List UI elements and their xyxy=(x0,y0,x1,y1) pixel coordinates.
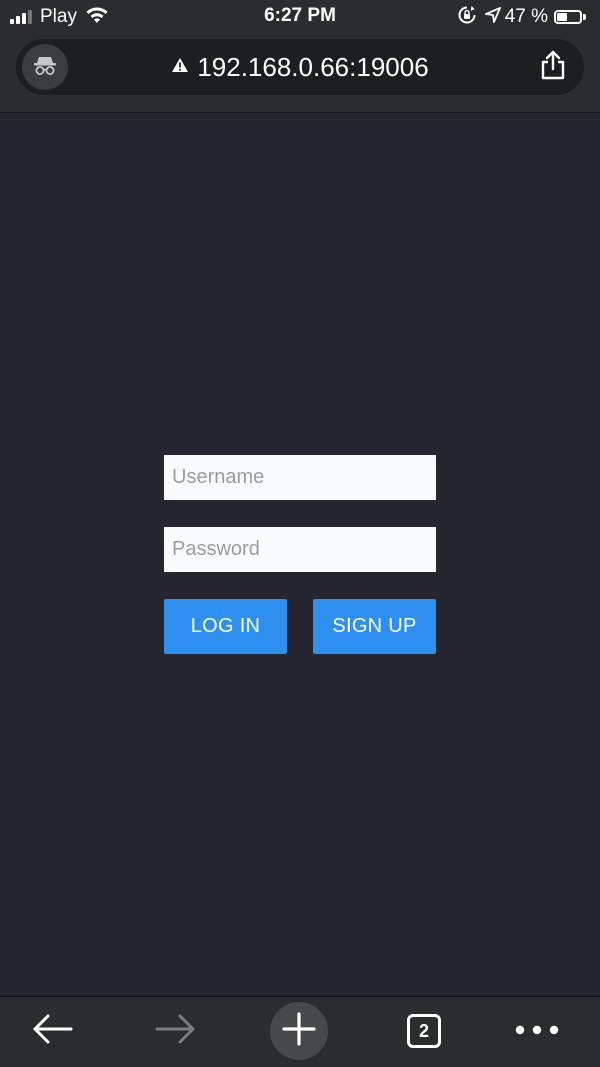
warning-icon xyxy=(171,57,189,78)
username-input[interactable] xyxy=(164,455,436,500)
tab-count: 2 xyxy=(407,1014,441,1048)
url-text: 192.168.0.66:19006 xyxy=(197,51,429,82)
screen: Play 6:27 PM 47 % 192.168.0.66:19006 Use… xyxy=(0,0,600,1067)
back-arrow-icon xyxy=(31,1013,73,1050)
more-dots-icon xyxy=(515,1022,559,1040)
login-button[interactable]: LOG IN xyxy=(164,599,287,654)
forward-button[interactable] xyxy=(148,1003,204,1059)
status-bar: Play 6:27 PM 47 % xyxy=(0,0,600,34)
forward-arrow-icon xyxy=(155,1013,197,1050)
back-button[interactable] xyxy=(24,1003,80,1059)
battery-nub xyxy=(583,14,586,20)
battery-percentage: 47 % xyxy=(504,6,548,27)
browser-top-chrome: Play 6:27 PM 47 % 192.168.0.66:19006 xyxy=(0,0,600,113)
tab-switcher-button[interactable]: 2 xyxy=(396,1003,452,1059)
rotation-lock-icon xyxy=(457,5,477,30)
battery-level-fill xyxy=(557,13,568,21)
menu-button[interactable] xyxy=(509,1003,565,1059)
address-bar[interactable]: 192.168.0.66:19006 xyxy=(16,39,584,95)
share-icon xyxy=(540,50,566,85)
status-right: 47 % xyxy=(457,5,586,29)
incognito-button[interactable] xyxy=(22,44,68,90)
share-button[interactable] xyxy=(536,49,570,85)
new-tab-button[interactable] xyxy=(270,1002,328,1060)
password-input[interactable] xyxy=(164,527,436,572)
signup-button[interactable]: SIGN UP xyxy=(313,599,436,654)
location-arrow-icon xyxy=(484,6,501,28)
url-display[interactable]: 192.168.0.66:19006 xyxy=(76,39,524,95)
login-form: LOG IN SIGN UP xyxy=(164,455,436,654)
incognito-icon xyxy=(32,54,58,81)
battery-icon xyxy=(554,10,582,24)
login-buttons: LOG IN SIGN UP xyxy=(164,599,436,654)
browser-toolbar: 2 xyxy=(0,996,600,1067)
plus-icon xyxy=(282,1011,316,1051)
